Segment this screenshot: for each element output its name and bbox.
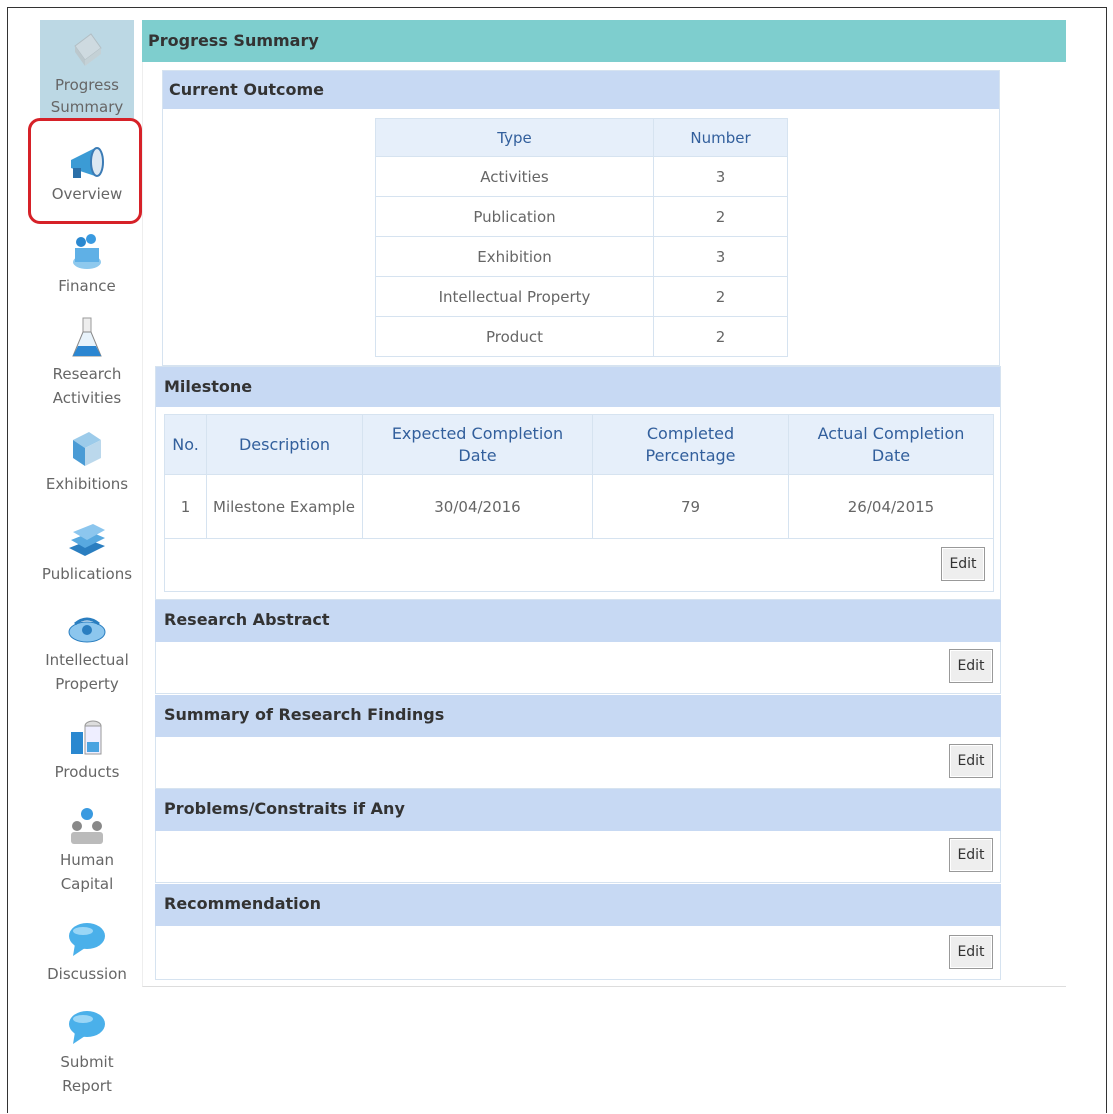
type-cell: Intellectual Property	[375, 276, 654, 317]
recommendation-section: Recommendation Edit	[155, 884, 1001, 980]
sidebar-item-finance[interactable]: Finance	[40, 230, 134, 310]
column-header: Number	[653, 118, 788, 157]
column-header: Description	[206, 414, 363, 475]
problems-section: Problems/Constraits if Any Edit	[155, 789, 1001, 883]
number-cell: 2	[653, 276, 788, 317]
number-cell: 3	[653, 236, 788, 277]
research-abstract-heading: Research Abstract	[155, 600, 1001, 642]
problems-heading: Problems/Constraits if Any	[155, 789, 1001, 831]
recommendation-edit-button[interactable]: Edit	[949, 935, 993, 969]
expected-date-cell: 30/04/2016	[362, 474, 593, 539]
milestone-edit-button[interactable]: Edit	[941, 547, 985, 581]
column-header: Completed Percentage	[592, 414, 789, 475]
research-abstract-edit-button[interactable]: Edit	[949, 649, 993, 683]
outcome-table: Type Number Activities 3 Publication 2 Exh…	[375, 118, 788, 357]
page-title: Progress Summary	[142, 20, 1066, 62]
column-header: Expected Completion Date	[362, 414, 593, 475]
number-cell: 3	[653, 156, 788, 197]
no-cell: 1	[164, 474, 207, 539]
sidebar-item-label: Exhibitions	[45, 475, 129, 493]
sidebar-item-label: Progress Summary	[50, 76, 124, 116]
table-header-row: No. Description Expected Completion Date…	[164, 414, 994, 475]
money-icon	[73, 234, 101, 269]
problems-edit-button[interactable]: Edit	[949, 838, 993, 872]
sidebar-item-label: Submit Report	[60, 1053, 114, 1095]
flask-icon	[72, 317, 102, 357]
ip-icon	[68, 617, 106, 643]
number-cell: 2	[653, 196, 788, 237]
sidebar-item-human-capital[interactable]: Human Capital	[40, 804, 134, 904]
research-findings-heading: Summary of Research Findings	[155, 695, 1001, 737]
table-row: Product 2	[375, 316, 788, 357]
current-outcome-heading: Current Outcome	[163, 71, 999, 109]
milestone-heading: Milestone	[156, 367, 1000, 407]
chat-bubble-icon	[69, 1011, 105, 1044]
column-header: Actual Completion Date	[788, 414, 994, 475]
sidebar-item-label: Human Capital	[59, 851, 115, 893]
sidebar-item-products[interactable]: Products	[40, 716, 134, 796]
number-cell: 2	[653, 316, 788, 357]
chat-bubble-icon	[69, 923, 105, 956]
sidebar-item-label: Publications	[41, 565, 133, 583]
type-cell: Publication	[375, 196, 654, 237]
column-header: Type	[375, 118, 654, 157]
overview-highlight	[28, 118, 142, 224]
type-cell: Activities	[375, 156, 654, 197]
research-findings-section: Summary of Research Findings Edit	[155, 695, 1001, 789]
research-findings-body: Edit	[155, 737, 1001, 789]
exhibition-icon	[73, 432, 101, 466]
recommendation-body: Edit	[155, 926, 1001, 980]
sidebar-item-label: Finance	[58, 277, 116, 295]
people-icon	[71, 808, 103, 844]
type-cell: Product	[375, 316, 654, 357]
sidebar-item-research-activities[interactable]: Research Activities	[40, 316, 134, 416]
research-findings-edit-button[interactable]: Edit	[949, 744, 993, 778]
type-cell: Exhibition	[375, 236, 654, 277]
sidebar-item-submit-report[interactable]: Submit Report	[40, 1006, 134, 1106]
document-icon	[74, 33, 102, 66]
table-row: Exhibition 3	[375, 236, 788, 277]
sidebar-item-intellectual-property[interactable]: Intellectual Property	[40, 608, 134, 708]
actual-date-cell: 26/04/2015	[788, 474, 994, 539]
table-row: Activities 3	[375, 156, 788, 197]
research-abstract-section: Research Abstract Edit	[155, 600, 1001, 694]
table-row: Publication 2	[375, 196, 788, 237]
sidebar-item-progress-summary[interactable]: Progress Summary	[40, 20, 134, 120]
milestone-table: No. Description Expected Completion Date…	[164, 414, 994, 539]
sidebar-item-label: Discussion	[47, 965, 127, 983]
sidebar-item-label: Research Activities	[52, 365, 122, 407]
sidebar-item-discussion[interactable]: Discussion	[40, 918, 134, 998]
table-row: 1 Milestone Example 30/04/2016 79 26/04/…	[164, 474, 994, 539]
sidebar-item-label: Intellectual Property	[45, 651, 129, 693]
percentage-cell: 79	[592, 474, 789, 539]
problems-body: Edit	[155, 831, 1001, 883]
research-abstract-body: Edit	[155, 642, 1001, 694]
sidebar-item-exhibitions[interactable]: Exhibitions	[40, 428, 134, 508]
products-icon	[71, 720, 102, 755]
sidebar-item-publications[interactable]: Publications	[40, 518, 134, 598]
column-header: No.	[164, 414, 207, 475]
table-header-row: Type Number	[375, 118, 788, 157]
books-icon	[69, 524, 105, 556]
recommendation-heading: Recommendation	[155, 884, 1001, 926]
sidebar-item-label: Products	[54, 763, 120, 781]
description-cell: Milestone Example	[206, 474, 363, 539]
table-row: Intellectual Property 2	[375, 276, 788, 317]
